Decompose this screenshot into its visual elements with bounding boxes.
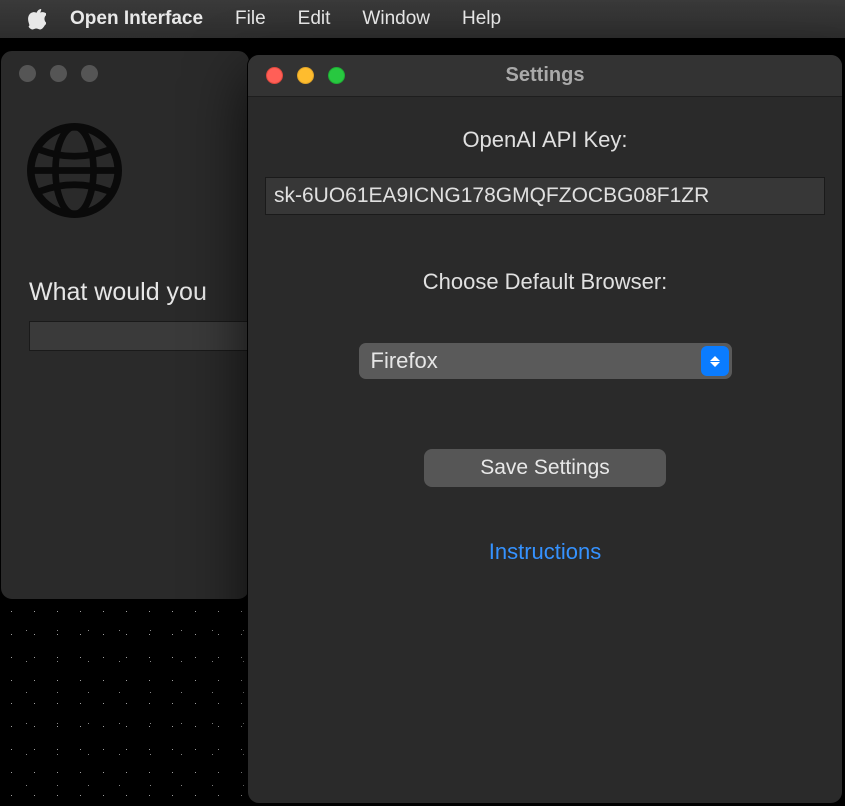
settings-body: OpenAI API Key: Choose Default Browser: … (248, 97, 842, 565)
zoom-icon[interactable] (328, 67, 345, 84)
bg-traffic-min-icon[interactable] (50, 65, 67, 82)
background-heading: What would you (29, 278, 249, 307)
api-key-label: OpenAI API Key: (462, 127, 627, 153)
background-noise-area (0, 600, 250, 806)
settings-titlebar: Settings (248, 55, 842, 97)
default-browser-select[interactable]: Firefox (359, 343, 732, 379)
bg-traffic-close-icon[interactable] (19, 65, 36, 82)
background-titlebar (1, 51, 249, 95)
settings-window: Settings OpenAI API Key: Choose Default … (247, 54, 843, 804)
save-settings-button[interactable]: Save Settings (424, 449, 666, 487)
traffic-lights (248, 67, 345, 84)
api-key-input[interactable] (265, 177, 825, 215)
bg-traffic-zoom-icon[interactable] (81, 65, 98, 82)
default-browser-label: Choose Default Browser: (423, 269, 668, 295)
apple-icon[interactable] (28, 9, 48, 29)
default-browser-selected-value: Firefox (359, 348, 438, 374)
close-icon[interactable] (266, 67, 283, 84)
menubar-item-edit[interactable]: Edit (282, 8, 347, 30)
instructions-link[interactable]: Instructions (489, 539, 602, 565)
menubar-item-help[interactable]: Help (446, 8, 517, 30)
menubar-item-file[interactable]: File (219, 8, 282, 30)
minimize-icon[interactable] (297, 67, 314, 84)
menubar-app-name[interactable]: Open Interface (70, 8, 219, 30)
menubar-item-window[interactable]: Window (346, 8, 446, 30)
system-menubar: Open Interface File Edit Window Help (0, 0, 845, 38)
globe-icon (27, 123, 122, 218)
background-text-input[interactable] (29, 321, 249, 351)
background-window: What would you (0, 50, 250, 600)
chevron-updown-icon (701, 346, 729, 376)
